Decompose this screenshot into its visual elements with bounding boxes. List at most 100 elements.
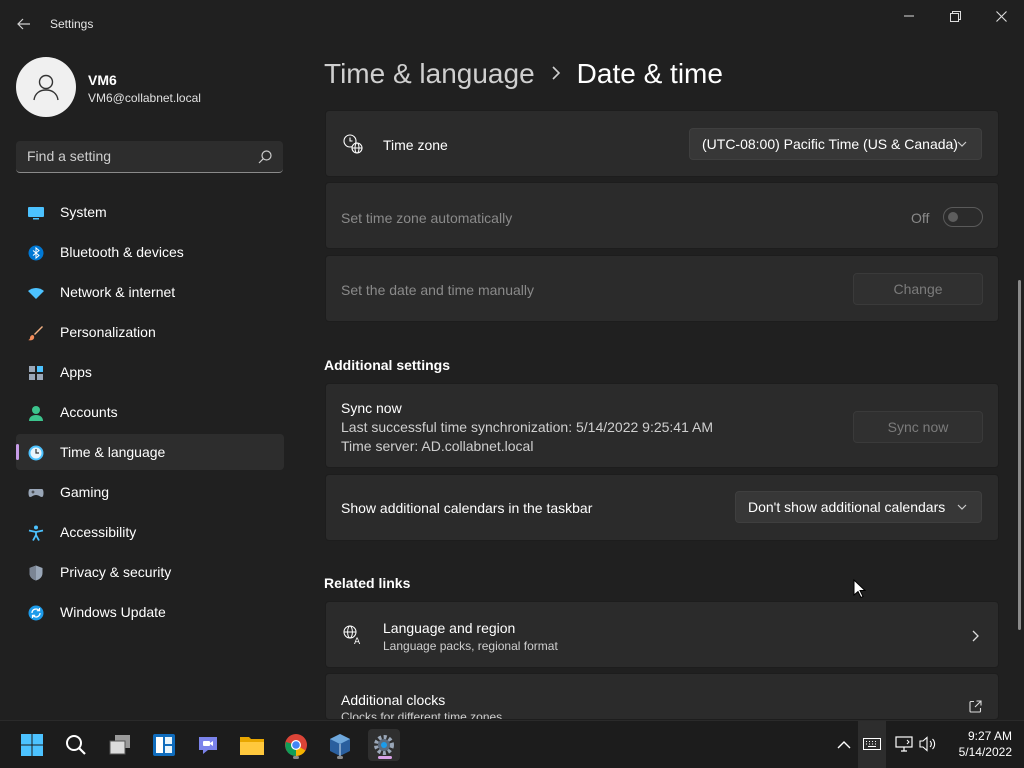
mouse-cursor-icon — [853, 579, 866, 599]
scrollbar[interactable] — [1018, 280, 1021, 630]
additional-settings-heading: Additional settings — [324, 357, 450, 373]
breadcrumb-chevron-icon — [551, 63, 561, 86]
widgets-icon — [153, 734, 175, 756]
additional-clocks-link[interactable]: Additional clocks Clocks for different t… — [325, 673, 999, 720]
calendars-dropdown[interactable]: Don't show additional calendars — [735, 491, 982, 523]
sidebar-item-label: Network & internet — [60, 284, 176, 300]
breadcrumb-parent-link[interactable]: Time & language — [324, 58, 535, 90]
sidebar-item-label: Apps — [60, 364, 92, 380]
time-zone-dropdown[interactable]: (UTC-08:00) Pacific Time (US & Canada) — [689, 128, 982, 160]
change-button[interactable]: Change — [853, 273, 983, 305]
close-button[interactable] — [978, 0, 1024, 32]
sidebar-item-accounts[interactable]: Accounts — [16, 394, 284, 430]
volume-icon — [919, 736, 936, 752]
chevron-right-icon — [972, 630, 979, 642]
restore-button[interactable] — [932, 0, 978, 32]
chrome-button[interactable] — [280, 729, 312, 761]
sidebar-item-privacy[interactable]: Privacy & security — [16, 554, 284, 590]
taskbar-search-button[interactable] — [60, 729, 92, 761]
active-indicator — [378, 756, 392, 759]
minimize-button[interactable] — [886, 0, 932, 32]
sidebar-item-label: Windows Update — [60, 604, 166, 620]
volume-tray-button[interactable] — [916, 732, 940, 756]
related-links-heading: Related links — [324, 575, 411, 591]
search-box[interactable] — [16, 141, 283, 173]
sidebar-item-accessibility[interactable]: Accessibility — [16, 514, 284, 550]
time-language-icon — [28, 445, 44, 461]
time-zone-card: Time zone (UTC-08:00) Pacific Time (US &… — [325, 110, 999, 177]
show-hidden-icons-button[interactable] — [832, 733, 856, 757]
sidebar-item-label: Personalization — [60, 324, 156, 340]
search-icon[interactable] — [257, 149, 273, 165]
time-zone-label: Time zone — [383, 137, 448, 153]
additional-clocks-subtitle: Clocks for different time zones — [341, 710, 503, 720]
breadcrumb: Time & language Date & time — [324, 58, 723, 90]
restore-icon — [949, 10, 961, 22]
profile-email: VM6@collabnet.local — [88, 91, 201, 105]
last-sync-text: Last successful time synchronization: 5/… — [341, 419, 713, 435]
accessibility-icon — [28, 525, 44, 541]
settings-icon — [374, 735, 394, 755]
search-icon — [66, 735, 86, 755]
keyboard-icon — [863, 738, 881, 750]
sidebar-item-label: Accessibility — [60, 524, 137, 540]
file-explorer-button[interactable] — [236, 729, 268, 761]
clock-time: 9:27 AM — [967, 729, 1012, 743]
sidebar-item-label: Accounts — [60, 404, 118, 420]
sidebar-item-personalization[interactable]: Personalization — [16, 314, 284, 350]
teams-chat-icon — [199, 737, 217, 754]
settings-taskbar-button[interactable] — [368, 729, 400, 761]
start-icon — [21, 734, 43, 756]
app-title: Settings — [50, 17, 94, 31]
sidebar-item-time-language[interactable]: Time & language — [16, 434, 284, 470]
calendars-card: Show additional calendars in the taskbar… — [325, 474, 999, 541]
search-input[interactable] — [16, 141, 246, 171]
virtualbox-icon — [330, 734, 350, 756]
back-button[interactable] — [8, 10, 40, 38]
virtualbox-button[interactable] — [324, 729, 356, 761]
sidebar-item-bluetooth[interactable]: Bluetooth & devices — [16, 234, 284, 270]
clock-date: 5/14/2022 — [958, 745, 1012, 759]
close-icon — [995, 10, 1007, 22]
task-view-button[interactable] — [104, 729, 136, 761]
taskbar-clock[interactable]: 9:27 AM 5/14/2022 — [940, 728, 1012, 760]
start-button[interactable] — [16, 729, 48, 761]
chevron-down-icon — [957, 141, 967, 147]
shield-icon — [29, 565, 43, 581]
language-region-title: Language and region — [383, 620, 516, 636]
file-explorer-icon — [240, 737, 264, 755]
sidebar-item-windows-update[interactable]: Windows Update — [16, 594, 284, 630]
widgets-button[interactable] — [148, 729, 180, 761]
language-icon: A — [343, 625, 361, 645]
sidebar-item-system[interactable]: System — [16, 194, 284, 230]
touch-keyboard-button[interactable] — [860, 732, 884, 756]
svg-text:A: A — [354, 637, 361, 645]
network-tray-button[interactable] — [892, 732, 916, 756]
minimize-icon — [904, 15, 914, 17]
update-icon — [28, 605, 44, 621]
avatar[interactable] — [16, 57, 76, 117]
language-region-link[interactable]: A Language and region Language packs, re… — [325, 601, 999, 668]
calendars-value: Don't show additional calendars — [748, 499, 946, 515]
teams-chat-button[interactable] — [192, 729, 224, 761]
calendars-label: Show additional calendars in the taskbar — [341, 500, 593, 516]
sidebar-item-apps[interactable]: Apps — [16, 354, 284, 390]
chevron-up-icon — [837, 741, 851, 749]
time-zone-icon — [343, 134, 363, 154]
sidebar-item-network[interactable]: Network & internet — [16, 274, 284, 310]
time-server-text: Time server: AD.collabnet.local — [341, 438, 534, 454]
chrome-icon — [285, 734, 307, 756]
sidebar-item-label: Bluetooth & devices — [60, 244, 184, 260]
back-arrow-icon — [17, 18, 30, 30]
title-bar: Settings — [0, 0, 1024, 48]
auto-time-zone-toggle[interactable] — [943, 207, 983, 227]
running-indicator — [293, 756, 299, 759]
auto-time-zone-label: Set time zone automatically — [341, 210, 513, 226]
sidebar-nav: System Bluetooth & devices Network & int… — [16, 194, 284, 634]
sync-now-button[interactable]: Sync now — [853, 411, 983, 443]
open-external-icon — [969, 700, 982, 713]
sync-card: Sync now Last successful time synchroniz… — [325, 383, 999, 468]
additional-clocks-title: Additional clocks — [341, 692, 446, 708]
sidebar-item-gaming[interactable]: Gaming — [16, 474, 284, 510]
user-icon — [33, 74, 59, 101]
